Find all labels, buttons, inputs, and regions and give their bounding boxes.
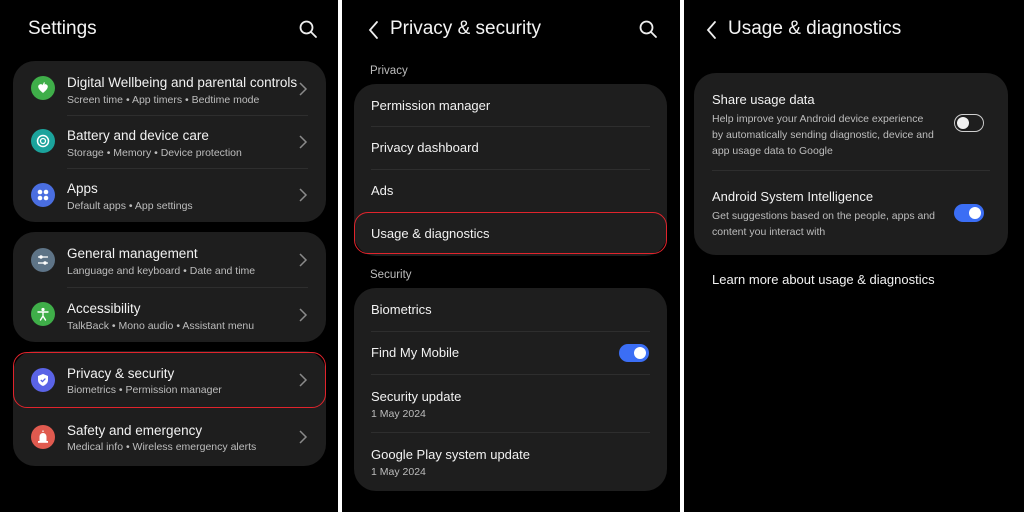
row-subtitle: Biometrics • Permission manager xyxy=(67,384,222,396)
sliders-icon xyxy=(31,248,55,272)
row-title: Safety and emergency xyxy=(67,423,203,438)
security-item-google-play-update[interactable]: Google Play system update 1 May 2024 xyxy=(354,432,667,491)
row-subtitle: Storage • Memory • Device protection xyxy=(67,147,242,159)
settings-screen: Settings Digital Wellbeing and parental … xyxy=(0,0,338,512)
row-subtitle: 1 May 2024 xyxy=(371,466,426,478)
settings-item-safety-emergency[interactable]: Safety and emergency Medical info • Wire… xyxy=(13,408,326,466)
section-label-privacy: Privacy xyxy=(370,65,408,77)
privacy-item-usage-diagnostics[interactable]: Usage & diagnostics xyxy=(354,213,667,256)
chevron-right-icon xyxy=(299,135,308,149)
device-care-icon xyxy=(31,129,55,153)
row-title: Battery and device care xyxy=(67,128,209,143)
top-bar: Usage & diagnostics xyxy=(684,0,1024,60)
chevron-right-icon xyxy=(299,308,308,322)
android-system-intelligence-toggle[interactable] xyxy=(954,204,984,222)
privacy-item-privacy-dashboard[interactable]: Privacy dashboard xyxy=(354,127,667,170)
heart-leaf-icon xyxy=(31,76,55,100)
privacy-security-screen: Privacy & security Privacy Permission ma… xyxy=(342,0,680,512)
settings-group-1: Digital Wellbeing and parental controls … xyxy=(13,61,326,222)
row-title: Security update xyxy=(371,389,462,404)
usage-item-share-usage-data[interactable]: Share usage data Help improve your Andro… xyxy=(694,73,1008,170)
chevron-right-icon xyxy=(299,373,308,387)
accessibility-icon xyxy=(31,302,55,326)
settings-item-privacy-security[interactable]: Privacy & security Biometrics • Permissi… xyxy=(13,351,326,408)
usage-group: Share usage data Help improve your Andro… xyxy=(694,73,1008,255)
shield-icon xyxy=(31,368,55,392)
usage-item-android-system-intelligence[interactable]: Android System Intelligence Get suggesti… xyxy=(694,170,1008,255)
row-title: Biometrics xyxy=(371,302,432,317)
security-item-biometrics[interactable]: Biometrics xyxy=(354,288,667,331)
row-title: Permission manager xyxy=(371,98,491,113)
back-arrow-icon[interactable] xyxy=(364,19,384,41)
row-title: General management xyxy=(67,246,198,261)
row-title: Apps xyxy=(67,181,98,196)
row-title: Find My Mobile xyxy=(371,345,460,360)
share-usage-data-toggle[interactable] xyxy=(954,114,984,132)
row-title: Ads xyxy=(371,183,394,198)
settings-item-apps[interactable]: Apps Default apps • App settings xyxy=(13,168,326,222)
privacy-group: Permission manager Privacy dashboard Ads… xyxy=(354,84,667,256)
privacy-item-permission-manager[interactable]: Permission manager xyxy=(354,84,667,127)
back-arrow-icon[interactable] xyxy=(702,19,722,41)
chevron-right-icon xyxy=(299,430,308,444)
row-title: Digital Wellbeing and parental controls xyxy=(67,75,298,90)
row-description: Help improve your Android device experie… xyxy=(712,113,934,157)
settings-item-digital-wellbeing[interactable]: Digital Wellbeing and parental controls … xyxy=(13,61,326,115)
row-title: Accessibility xyxy=(67,301,141,316)
row-subtitle: 1 May 2024 xyxy=(371,408,426,420)
search-icon[interactable] xyxy=(638,19,658,39)
settings-item-battery[interactable]: Battery and device care Storage • Memory… xyxy=(13,115,326,168)
security-group: Biometrics Find My Mobile Security updat… xyxy=(354,288,667,491)
top-bar: Privacy & security xyxy=(342,0,680,60)
find-my-mobile-toggle[interactable] xyxy=(619,344,649,362)
page-title: Privacy & security xyxy=(390,18,541,39)
row-title: Share usage data xyxy=(712,92,815,107)
privacy-item-ads[interactable]: Ads xyxy=(354,170,667,213)
row-title: Usage & diagnostics xyxy=(371,226,490,241)
page-title: Usage & diagnostics xyxy=(728,18,902,39)
row-description: Get suggestions based on the people, app… xyxy=(712,210,936,238)
siren-icon xyxy=(31,425,55,449)
apps-grid-icon xyxy=(31,183,55,207)
row-title: Privacy & security xyxy=(67,366,175,381)
usage-diagnostics-screen: Usage & diagnostics Share usage data Hel… xyxy=(684,0,1024,512)
top-bar: Settings xyxy=(0,0,338,60)
chevron-right-icon xyxy=(299,82,308,96)
settings-group-3: Privacy & security Biometrics • Permissi… xyxy=(13,351,326,466)
page-title: Settings xyxy=(28,18,97,39)
security-item-find-my-mobile[interactable]: Find My Mobile xyxy=(354,331,667,374)
row-subtitle: Screen time • App timers • Bedtime mode xyxy=(67,94,260,106)
row-title: Privacy dashboard xyxy=(371,140,479,155)
settings-group-2: General management Language and keyboard… xyxy=(13,232,326,342)
settings-item-general-management[interactable]: General management Language and keyboard… xyxy=(13,232,326,287)
chevron-right-icon xyxy=(299,253,308,267)
chevron-right-icon xyxy=(299,188,308,202)
row-subtitle: TalkBack • Mono audio • Assistant menu xyxy=(67,320,255,332)
row-subtitle: Language and keyboard • Date and time xyxy=(67,265,256,277)
row-title: Android System Intelligence xyxy=(712,189,874,204)
settings-item-accessibility[interactable]: Accessibility TalkBack • Mono audio • As… xyxy=(13,287,326,342)
row-subtitle: Medical info • Wireless emergency alerts xyxy=(67,441,257,453)
security-item-security-update[interactable]: Security update 1 May 2024 xyxy=(354,374,667,432)
section-label-security: Security xyxy=(370,269,412,281)
row-subtitle: Default apps • App settings xyxy=(67,200,193,212)
row-title: Google Play system update xyxy=(371,447,530,462)
learn-more-link[interactable]: Learn more about usage & diagnostics xyxy=(712,272,935,287)
search-icon[interactable] xyxy=(298,19,318,39)
